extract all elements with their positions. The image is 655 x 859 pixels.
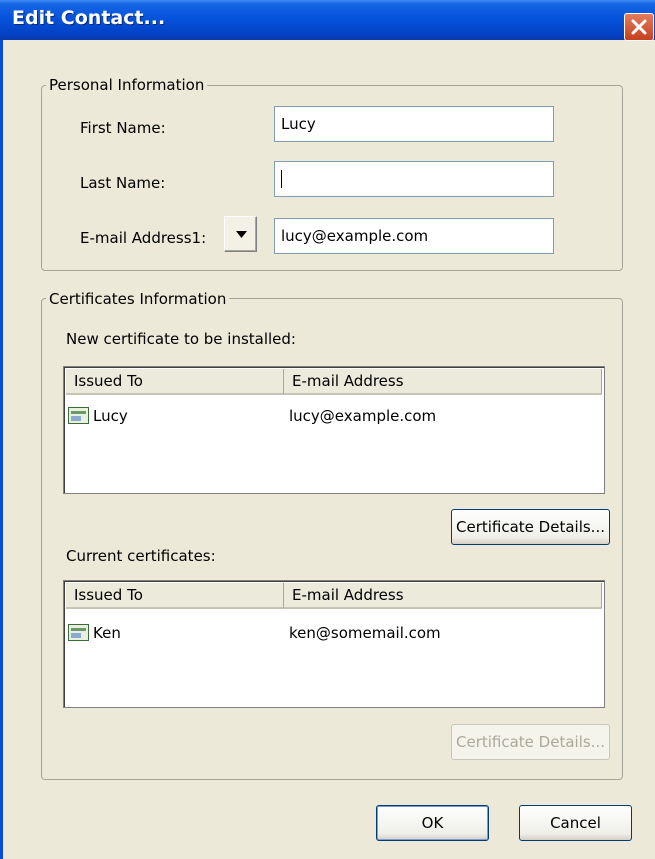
last-name-field[interactable]: [274, 161, 554, 197]
new-certificate-list[interactable]: Issued To E-mail Address Lucy lucy@examp…: [63, 366, 605, 494]
list-item[interactable]: Ken ken@somemail.com: [66, 622, 602, 644]
list-item[interactable]: Lucy lucy@example.com: [66, 405, 602, 427]
column-header-email[interactable]: E-mail Address: [284, 369, 602, 395]
ok-button[interactable]: OK: [376, 805, 489, 841]
certificates-legend: Certificates Information: [46, 290, 230, 308]
email-label: E-mail Address1:: [80, 229, 207, 247]
email-value: lucy@example.com: [281, 227, 429, 245]
email-value: lucy@example.com: [289, 407, 437, 425]
column-header-email[interactable]: E-mail Address: [284, 583, 602, 609]
text-caret: [281, 170, 282, 188]
current-certificate-details-button[interactable]: Certificate Details...: [451, 724, 610, 760]
first-name-value: Lucy: [281, 115, 316, 133]
first-name-field[interactable]: Lucy: [274, 106, 554, 142]
personal-info-legend: Personal Information: [46, 76, 208, 94]
dropdown-arrow-icon: [236, 231, 247, 238]
window-border: [0, 40, 3, 859]
cancel-button[interactable]: Cancel: [519, 805, 632, 841]
close-icon: [631, 19, 647, 35]
email-type-dropdown-button[interactable]: [224, 216, 257, 252]
certificate-details-button[interactable]: Certificate Details...: [451, 509, 610, 545]
title-bar[interactable]: Edit Contact...: [0, 0, 655, 41]
new-certificate-label: New certificate to be installed:: [66, 330, 296, 348]
certificate-icon: [68, 407, 89, 424]
first-name-label: First Name:: [80, 119, 166, 137]
email-field[interactable]: lucy@example.com: [274, 218, 554, 254]
last-name-label: Last Name:: [80, 174, 166, 192]
column-header-issued-to[interactable]: Issued To: [66, 583, 284, 609]
certificate-icon: [68, 624, 89, 641]
window-title: Edit Contact...: [12, 7, 166, 29]
issued-to-value: Lucy: [93, 407, 128, 425]
email-value: ken@somemail.com: [289, 624, 441, 642]
current-certificate-list[interactable]: Issued To E-mail Address Ken ken@somemai…: [63, 580, 605, 708]
current-certificates-label: Current certificates:: [66, 547, 216, 565]
close-button[interactable]: [624, 13, 654, 41]
issued-to-value: Ken: [93, 624, 121, 642]
column-header-issued-to[interactable]: Issued To: [66, 369, 284, 395]
